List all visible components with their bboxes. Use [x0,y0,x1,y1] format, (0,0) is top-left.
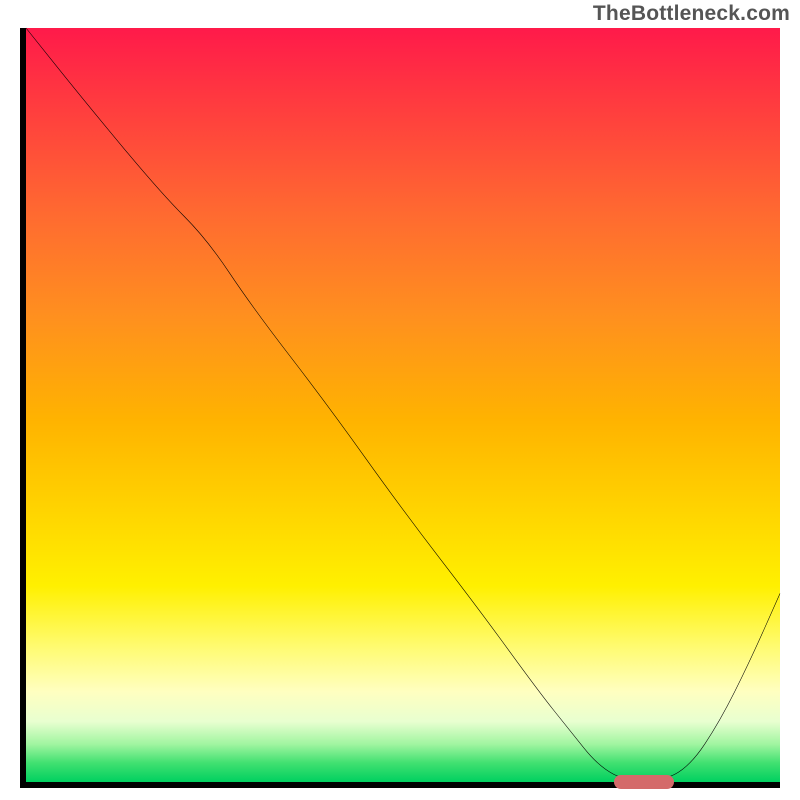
plot-area [20,28,780,788]
chart-frame: TheBottleneck.com [0,0,800,800]
bottleneck-curve [26,28,780,782]
plot-inner [26,28,780,782]
watermark-text: TheBottleneck.com [593,2,790,26]
optimal-range-marker [614,775,674,789]
